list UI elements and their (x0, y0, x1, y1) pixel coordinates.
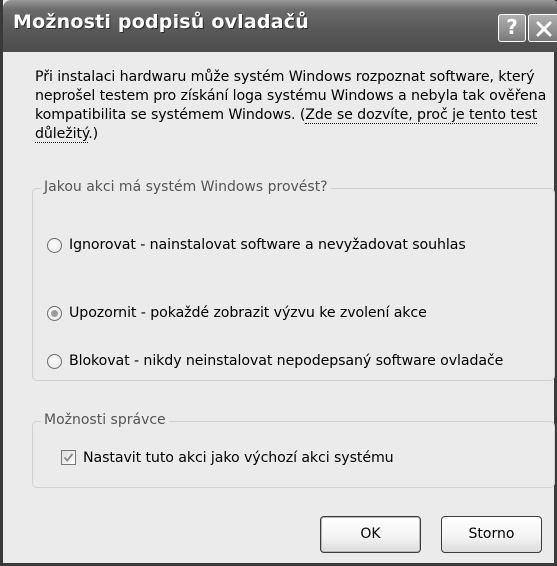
radio-warn-button[interactable] (47, 306, 62, 321)
intro-text: Při instalaci hardwaru může systém Windo… (35, 68, 550, 144)
radio-warn-label[interactable]: Upozornit - pokaždé zobrazit výzvu ke zv… (69, 304, 427, 323)
title-bar[interactable]: Možnosti podpisů ovladačů ? (3, 0, 557, 52)
driver-signing-dialog: Možnosti podpisů ovladačů ? Při instalac… (0, 0, 557, 566)
action-group-legend: Jakou akci má systém Windows provést? (41, 179, 331, 195)
radio-block-button[interactable] (47, 354, 62, 369)
ok-button[interactable]: OK (320, 516, 421, 553)
default-action-checkbox-label[interactable]: Nastavit tuto akci jako výchozí akci sys… (83, 449, 394, 468)
intro-end: .) (88, 126, 99, 142)
close-icon (536, 21, 552, 37)
admin-group-legend: Možnosti správce (41, 412, 169, 428)
radio-ignore-button[interactable] (47, 238, 62, 253)
checkmark-icon (63, 453, 74, 462)
close-button[interactable] (528, 14, 557, 42)
radio-ignore-label[interactable]: Ignorovat - nainstalovat software a nevy… (69, 236, 466, 255)
window-title: Možnosti podpisů ovladačů (13, 11, 309, 33)
default-action-checkbox[interactable] (61, 450, 76, 465)
cancel-button[interactable]: Storno (441, 516, 542, 553)
radio-block-label[interactable]: Blokovat - nikdy neinstalovat nepodepsan… (69, 352, 503, 371)
help-icon: ? (506, 15, 518, 39)
help-button[interactable]: ? (498, 14, 526, 42)
